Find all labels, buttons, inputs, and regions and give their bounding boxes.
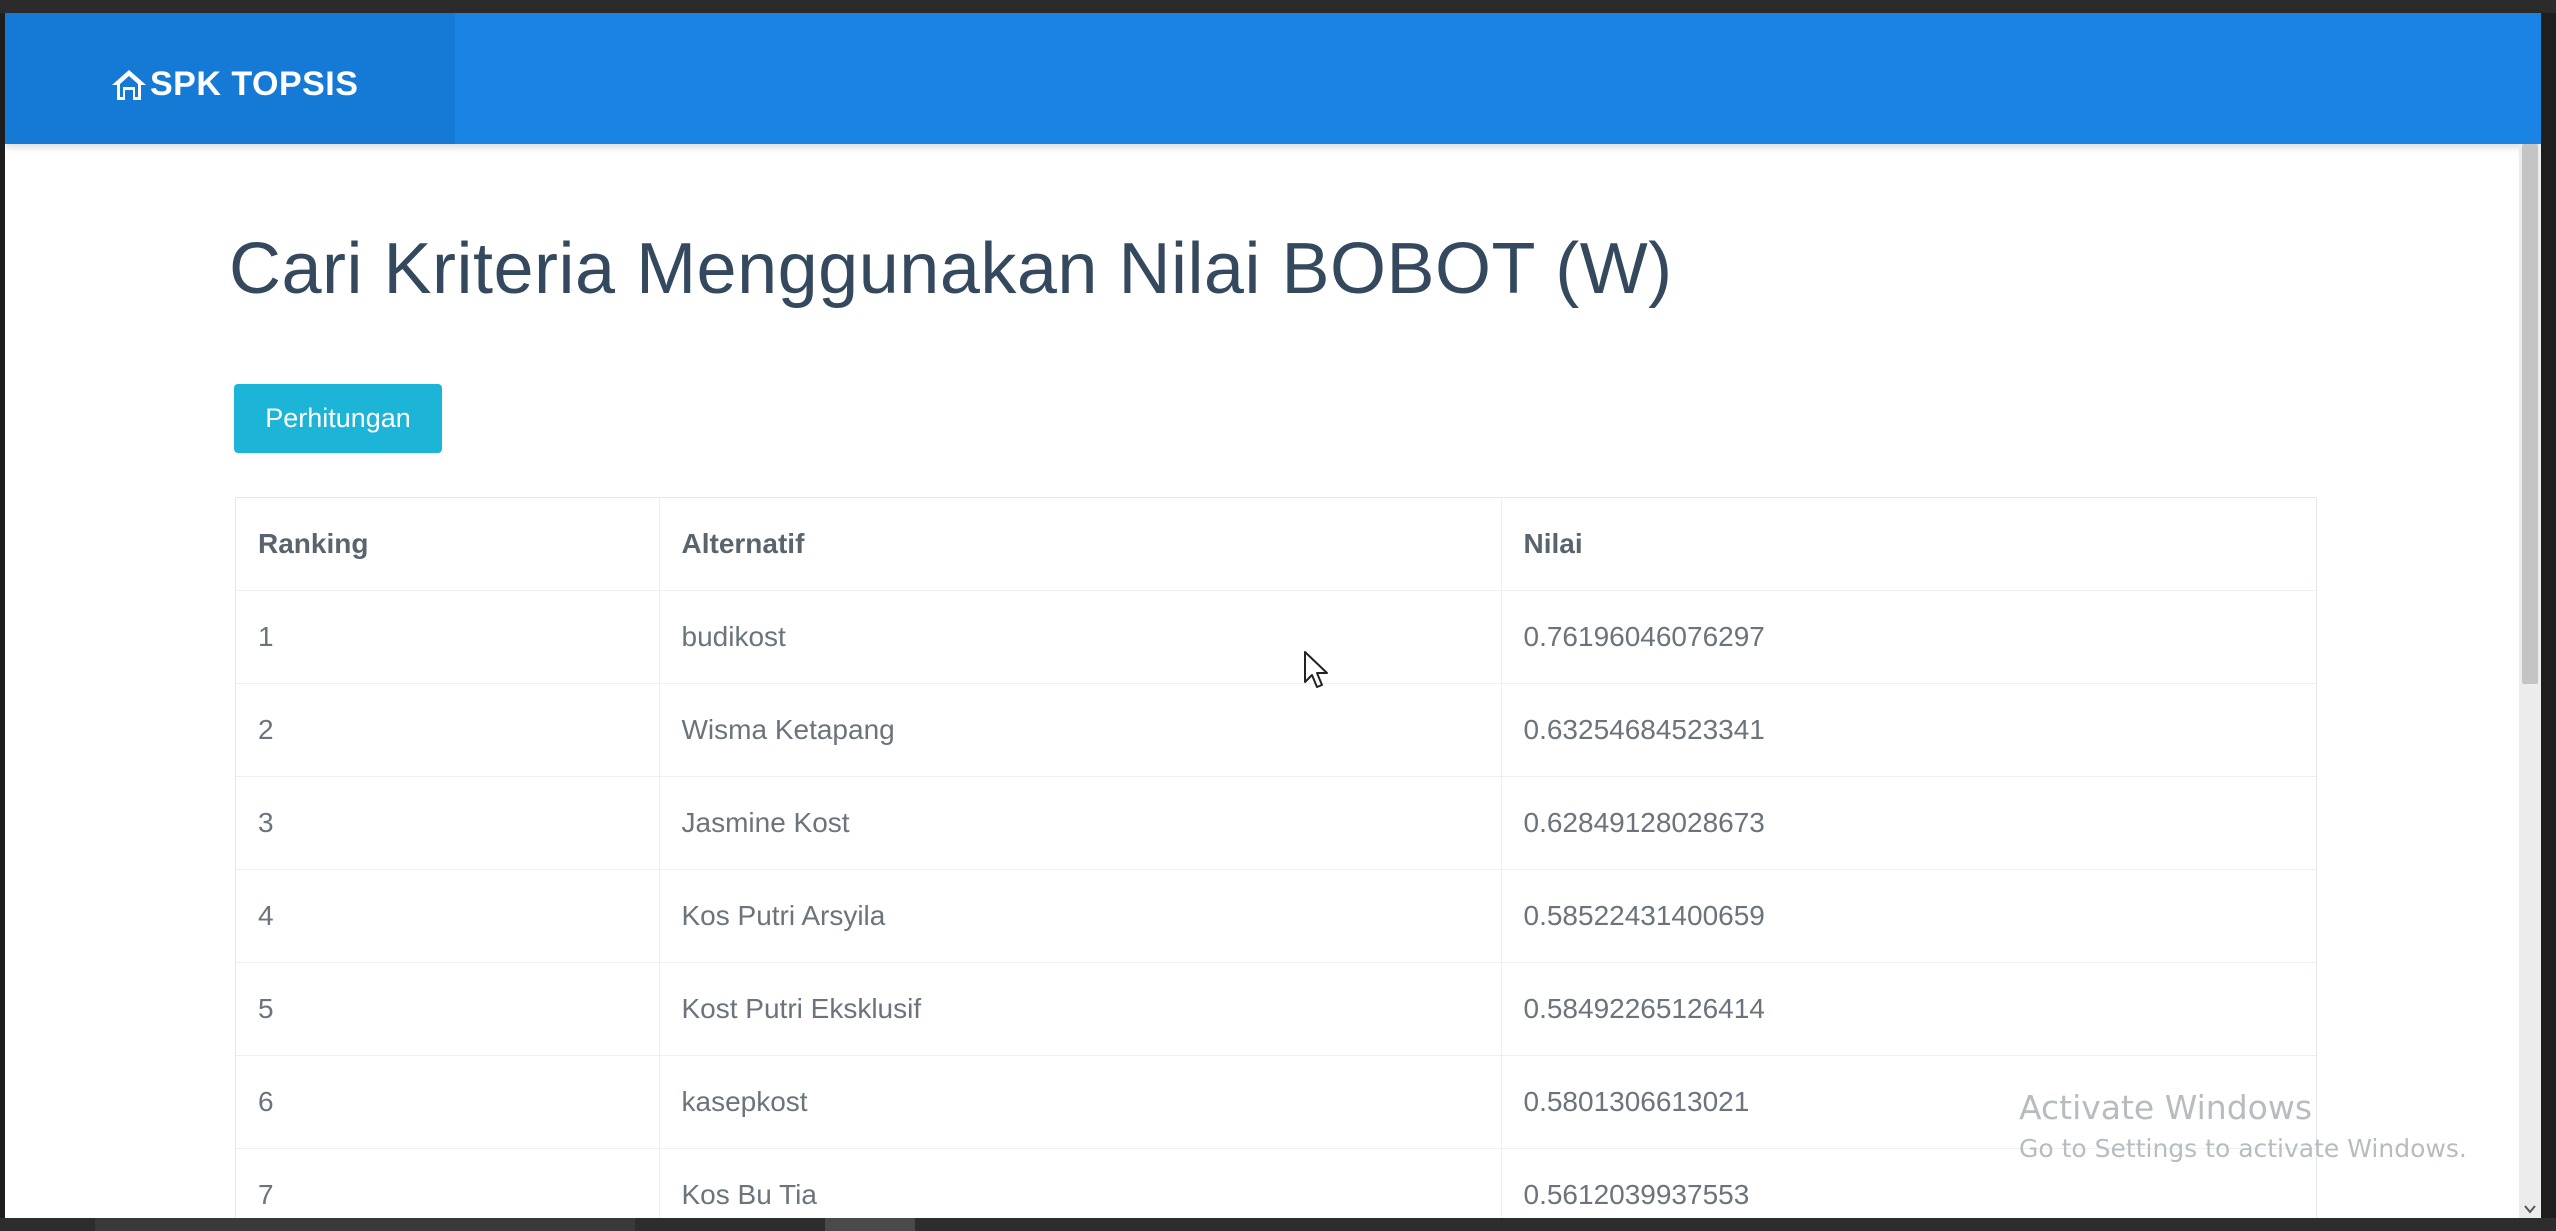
brand-link[interactable]: SPK TOPSIS (110, 65, 358, 104)
cell-rank: 4 (236, 869, 659, 963)
table-row: 1 budikost 0.76196046076297 (236, 590, 2316, 684)
table-row: 2 Wisma Ketapang 0.63254684523341 (236, 683, 2316, 777)
ranking-table: Ranking Alternatif Nilai 1 budikost 0.76… (236, 498, 2316, 1218)
cell-alternatif: budikost (658, 590, 1501, 684)
cell-nilai: 0.58492265126414 (1500, 962, 2316, 1056)
cell-alternatif: Jasmine Kost (658, 776, 1501, 870)
cell-alternatif: Kost Putri Eksklusif (658, 962, 1501, 1056)
cell-nilai: 0.62849128028673 (1500, 776, 2316, 870)
mouse-pointer-icon (1304, 651, 1328, 688)
cell-nilai: 0.58522431400659 (1500, 869, 2316, 963)
cell-rank: 3 (236, 776, 659, 870)
table-row: 6 kasepkost 0.5801306613021 (236, 1055, 2316, 1149)
cell-alternatif: Wisma Ketapang (658, 683, 1501, 777)
taskbar-strip (0, 1218, 2556, 1231)
cell-nilai: 0.63254684523341 (1500, 683, 2316, 777)
table-row: 5 Kost Putri Eksklusif 0.58492265126414 (236, 962, 2316, 1056)
taskbar-segment (825, 1218, 915, 1231)
window-top-strip (0, 0, 2556, 13)
activate-windows-watermark: Activate Windows Go to Settings to activ… (2019, 1088, 2467, 1163)
column-header-nilai: Nilai (1500, 498, 2316, 591)
cell-rank: 5 (236, 962, 659, 1056)
ranking-table-container: Ranking Alternatif Nilai 1 budikost 0.76… (235, 497, 2317, 1218)
cell-rank: 6 (236, 1055, 659, 1149)
watermark-title: Activate Windows (2019, 1088, 2313, 1127)
browser-viewport: SPK TOPSIS Cari Kriteria Menggunakan Nil… (5, 13, 2541, 1218)
page-title: Cari Kriteria Menggunakan Nilai BOBOT (W… (229, 229, 1673, 309)
taskbar-segment (95, 1218, 635, 1231)
perhitungan-button[interactable]: Perhitungan (234, 384, 442, 453)
column-header-alternatif: Alternatif (658, 498, 1501, 591)
home-icon (112, 69, 146, 100)
navbar-brand-area: SPK TOPSIS (5, 13, 455, 144)
cell-nilai: 0.76196046076297 (1500, 590, 2316, 684)
table-row: 3 Jasmine Kost 0.62849128028673 (236, 776, 2316, 870)
navbar: SPK TOPSIS (5, 13, 2541, 144)
cell-rank: 1 (236, 590, 659, 684)
main-content: Cari Kriteria Menggunakan Nilai BOBOT (W… (229, 229, 2319, 1218)
cell-alternatif: kasepkost (658, 1055, 1501, 1149)
table-row: 4 Kos Putri Arsyila 0.58522431400659 (236, 869, 2316, 963)
cell-alternatif: Kos Putri Arsyila (658, 869, 1501, 963)
scroll-down-arrow-icon[interactable] (2523, 1202, 2537, 1216)
table-header-row: Ranking Alternatif Nilai (236, 498, 2316, 591)
brand-text: SPK TOPSIS (150, 65, 359, 103)
watermark-subtitle: Go to Settings to activate Windows. (2019, 1133, 2467, 1163)
cell-rank: 2 (236, 683, 659, 777)
cell-rank: 7 (236, 1148, 659, 1218)
table-row: 7 Kos Bu Tia 0.5612039937553 (236, 1148, 2316, 1218)
scrollbar-thumb[interactable] (2522, 144, 2538, 684)
column-header-ranking: Ranking (236, 498, 659, 591)
cell-alternatif: Kos Bu Tia (658, 1148, 1501, 1218)
